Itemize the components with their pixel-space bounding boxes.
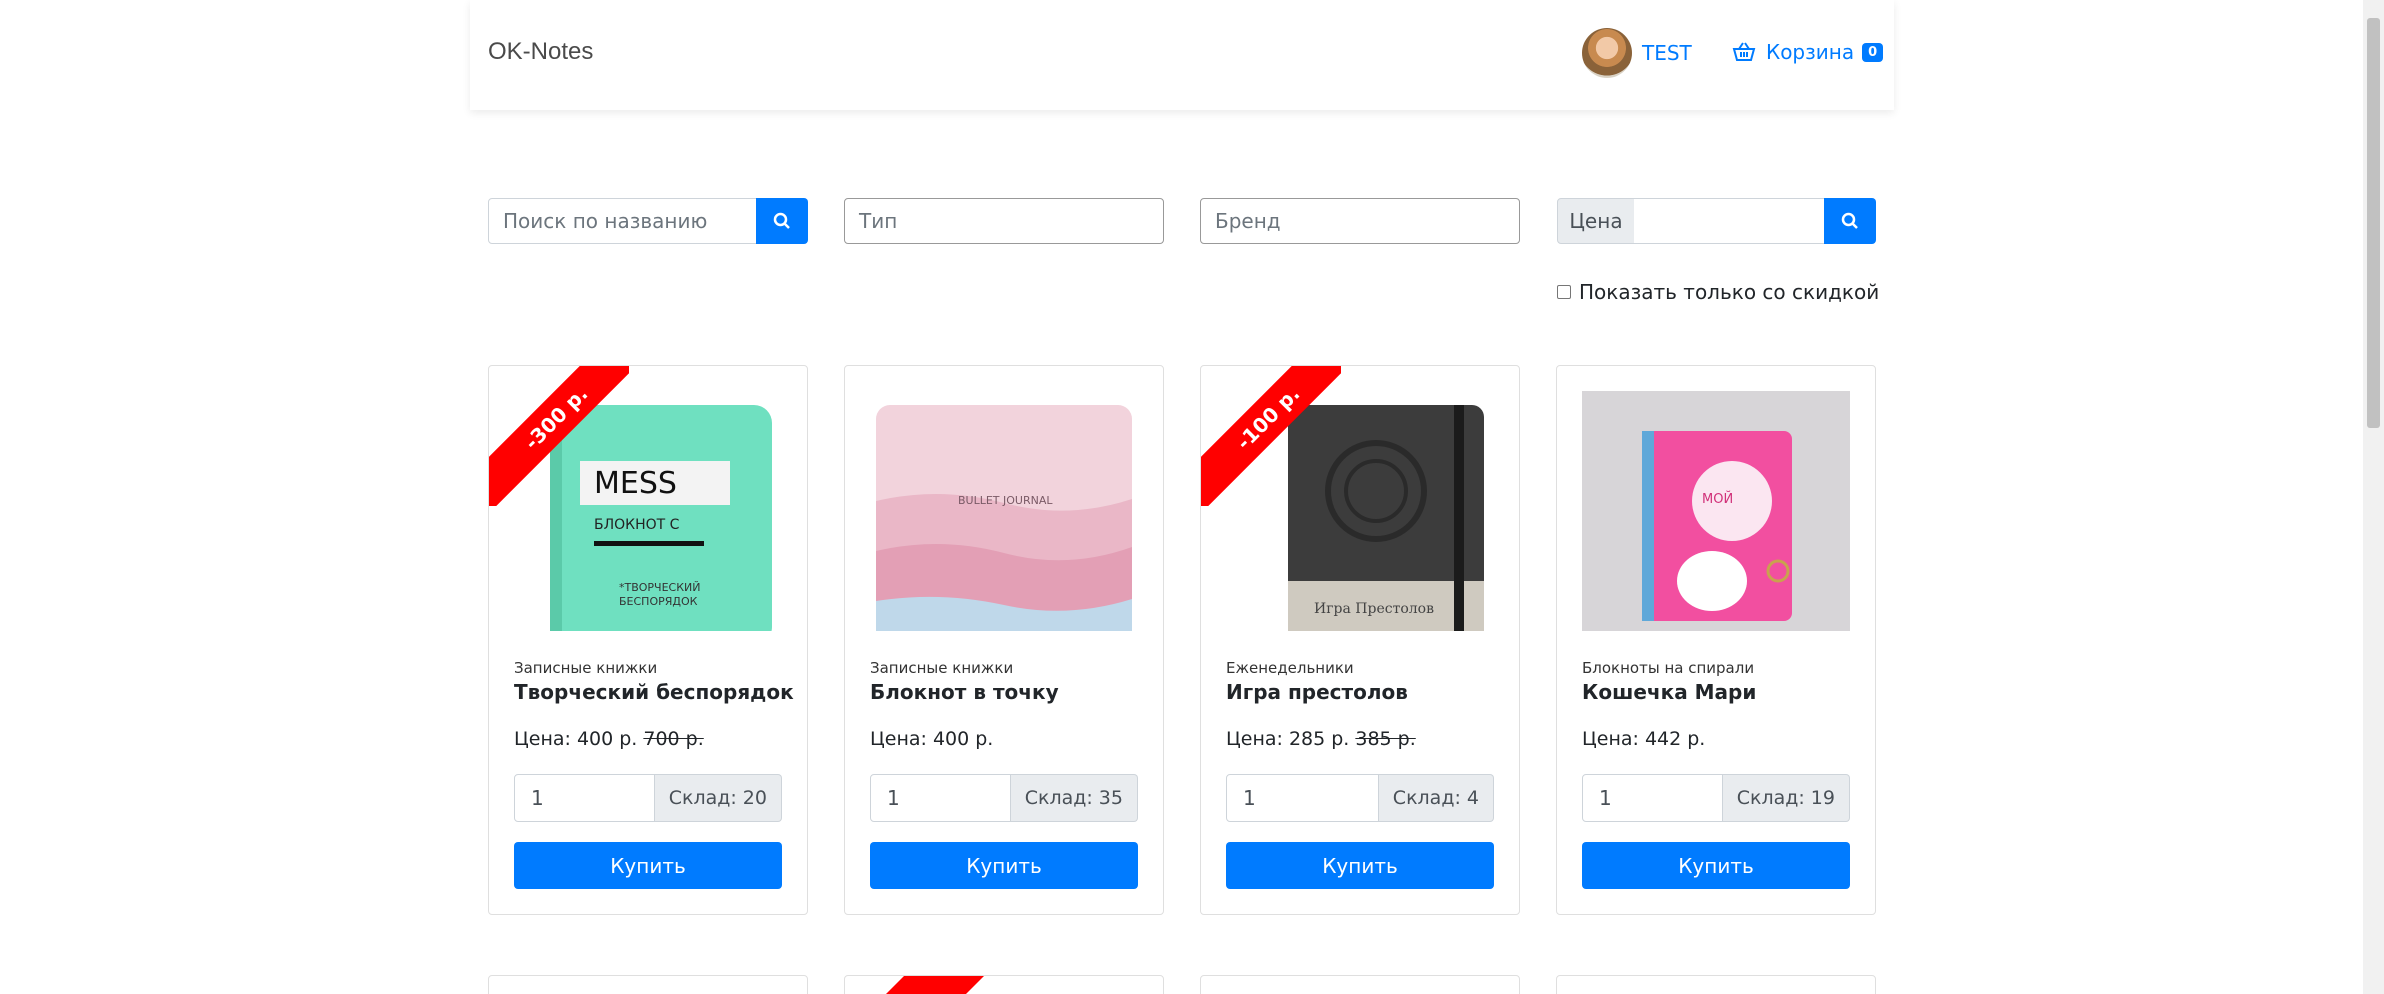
old-price: 385 р. [1355,728,1416,750]
product-card [1556,975,1876,994]
price-value: Цена: 442 р. [1582,728,1706,750]
discount-ribbon [886,976,984,994]
product-price: Цена: 400 р. 700 р. [514,728,704,750]
user-menu[interactable]: TEST [1582,28,1692,78]
old-price: 700 р. [643,728,704,750]
cover-text: BULLET JOURNAL [958,494,1053,507]
price-value: Цена: 400 р. [870,728,994,750]
product-category: Записные книжки [870,659,1014,677]
discount-filter[interactable]: Показать только со скидкой [1557,280,1879,304]
search-input[interactable]: Поиск по названию [488,198,758,244]
discount-ribbon: -100 р. [1201,366,1341,506]
svg-text:*ТВОРЧЕСКИЙ: *ТВОРЧЕСКИЙ [619,581,701,594]
search-icon [1841,212,1858,229]
quantity-input[interactable]: 1 [1226,774,1379,822]
buy-button[interactable]: Купить [1582,842,1850,889]
quantity-group: 1 Склад: 19 [1582,774,1850,822]
stock-label: Склад: 4 [1378,774,1494,822]
product-image[interactable]: BULLET JOURNAL [870,391,1138,631]
cart-count-badge: 0 [1862,42,1884,62]
svg-text:МОЙ: МОЙ [1702,491,1733,507]
quantity-group: 1 Склад: 20 [514,774,782,822]
product-title[interactable]: Творческий беспорядок [514,680,794,704]
stock-label: Склад: 35 [1010,774,1138,822]
cart-label: Корзина [1766,40,1855,64]
product-card: -300 р. MESS БЛОКНОТ С *ТВОРЧЕСКИЙ БЕСПО… [488,365,808,915]
discount-label: Показать только со скидкой [1579,280,1880,304]
brand-logo[interactable]: OK-Notes [488,38,593,66]
basket-icon [1732,42,1756,61]
product-card: МОЙ Блокноты на спирали Кошечка Мари Цен… [1556,365,1876,915]
svg-text:Игра Престолов: Игра Престолов [1314,601,1434,617]
price-value: Цена: 400 р. [514,728,638,750]
price-value: Цена: 285 р. [1226,728,1350,750]
product-price: Цена: 400 р. [870,728,993,750]
cart-link[interactable]: Корзина 0 [1732,40,1884,64]
price-search-button[interactable] [1824,198,1876,244]
avatar[interactable] [1582,28,1632,78]
user-name-link[interactable]: TEST [1642,41,1692,65]
stock-label: Склад: 20 [654,774,782,822]
product-card [488,975,808,994]
quantity-input[interactable]: 1 [514,774,655,822]
brand-field[interactable]: Бренд [1200,198,1520,244]
page-scrollbar[interactable] [2363,0,2384,994]
svg-text:БЕСПОРЯДОК: БЕСПОРЯДОК [619,595,698,608]
svg-text:БЛОКНОТ С: БЛОКНОТ С [594,517,680,533]
product-card: -100 р. Игра Престолов Еженедельники Игр… [1200,365,1520,915]
product-price: Цена: 285 р. 385 р. [1226,728,1416,750]
type-field[interactable]: Тип [844,198,1164,244]
quantity-input[interactable]: 1 [870,774,1011,822]
navbar: OK-Notes TEST Корзина 0 [470,0,1894,110]
product-price: Цена: 442 р. [1582,728,1705,750]
product-card [1200,975,1520,994]
price-min-input[interactable] [1634,198,1730,244]
product-image[interactable]: МОЙ [1582,391,1850,631]
product-category: Записные книжки [514,659,658,677]
scrollbar-thumb[interactable] [2367,18,2380,428]
price-max-input[interactable] [1729,198,1825,244]
buy-button[interactable]: Купить [870,842,1138,889]
quantity-group: 1 Склад: 35 [870,774,1138,822]
product-category: Еженедельники [1226,659,1354,677]
product-category: Блокноты на спирали [1582,659,1755,677]
buy-button[interactable]: Купить [514,842,782,889]
product-cover-bullet: BULLET JOURNAL [870,391,1138,631]
product-cover-kitty: МОЙ [1582,391,1850,631]
product-title[interactable]: Игра престолов [1226,680,1408,704]
product-card [844,975,1164,994]
quantity-input[interactable]: 1 [1582,774,1723,822]
product-card: BULLET JOURNAL Записные книжки Блокнот в… [844,365,1164,915]
product-title[interactable]: Кошечка Мари [1582,680,1756,704]
search-icon [773,212,790,229]
discount-ribbon: -300 р. [489,366,629,506]
quantity-group: 1 Склад: 4 [1226,774,1494,822]
product-title[interactable]: Блокнот в точку [870,680,1059,704]
buy-button[interactable]: Купить [1226,842,1494,889]
discount-checkbox[interactable] [1557,285,1571,299]
price-label: Цена [1557,198,1635,244]
stock-label: Склад: 19 [1722,774,1850,822]
search-button[interactable] [756,198,808,244]
